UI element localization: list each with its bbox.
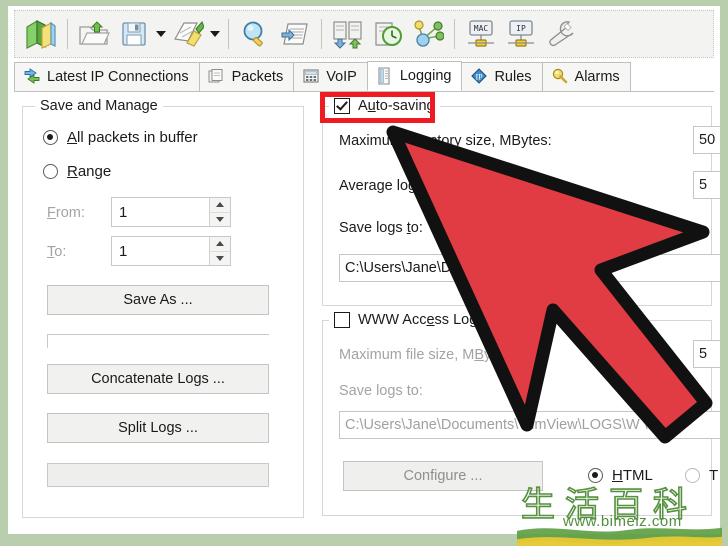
max-directory-size-label: Maximum directory size, MBytes: (339, 133, 552, 149)
app-window: MAC IP Latest IP Connections Packets VoI… (8, 6, 720, 534)
radio-indicator (43, 164, 58, 179)
www-access-logging-label: WWW Access Logg (358, 312, 486, 328)
logging-panel: Save and Manage All packets in buffer Ra… (14, 92, 720, 532)
rules-icon: IP (470, 68, 488, 86)
radio-indicator (685, 468, 700, 483)
alarms-icon (551, 68, 569, 86)
toolbar-separator-3 (321, 19, 322, 49)
tab-label: Alarms (574, 69, 620, 85)
auto-saving-group: Auto-saving Maximum directory size, MByt… (322, 98, 720, 306)
save-logs-to-label: Save logs to: (339, 220, 423, 236)
max-directory-size-field[interactable]: 50 (693, 126, 720, 154)
tab-label: Packets (231, 69, 284, 85)
from-spin-buttons[interactable] (209, 198, 230, 226)
from-spinner[interactable]: 1 (111, 197, 231, 227)
radio-indicator (43, 130, 58, 145)
tab-strip: Latest IP Connections Packets VoIP Loggi… (14, 61, 714, 92)
radio-all-packets-in-buffer[interactable]: All packets in buffer (43, 129, 198, 146)
tab-latest-ip-connections[interactable]: Latest IP Connections (14, 62, 200, 91)
www-access-logging-group: WWW Access Logg Maximum file size, MBy 5… (322, 312, 720, 516)
from-label: From: (47, 205, 85, 221)
from-value[interactable]: 1 (112, 198, 209, 226)
svg-text:IP: IP (516, 24, 526, 33)
tab-packets[interactable]: Packets (198, 62, 295, 91)
arrows-icon (23, 68, 41, 86)
ip-icon[interactable]: IP (501, 13, 541, 55)
to-spin-down[interactable] (210, 251, 230, 265)
www-save-logs-to-label: Save logs to: (339, 383, 423, 399)
tab-label: Latest IP Connections (47, 69, 189, 85)
progress-bar-bottom (47, 463, 269, 487)
to-spin-buttons[interactable] (209, 237, 230, 265)
to-label: To: (47, 244, 67, 260)
toolbar-separator-1 (67, 19, 68, 49)
find-icon[interactable] (235, 13, 275, 55)
svg-text:MAC: MAC (474, 24, 489, 33)
tab-voip[interactable]: VoIP (293, 62, 368, 91)
group-title: Save and Manage (35, 98, 163, 114)
radio-label: HTML (612, 467, 653, 484)
to-spinner[interactable]: 1 (111, 236, 231, 266)
max-file-size-field[interactable]: 5 (693, 340, 720, 368)
radio-label: T (709, 467, 719, 484)
tab-alarms[interactable]: Alarms (541, 62, 631, 91)
save-as-button[interactable]: Save As ... (47, 285, 269, 315)
save-dropdown-arrow[interactable] (154, 13, 168, 55)
toolbar: MAC IP (14, 10, 714, 58)
tab-label: Rules (494, 69, 532, 85)
auto-saving-label: Auto-saving (358, 98, 435, 114)
clear-dropdown-arrow[interactable] (208, 13, 222, 55)
radio-format-html[interactable]: HTML (588, 467, 653, 484)
voip-icon (302, 68, 320, 86)
logging-icon (376, 67, 394, 85)
radio-range[interactable]: Range (43, 163, 111, 180)
open-capture-icon[interactable] (21, 13, 61, 55)
clear-brush-icon[interactable] (168, 13, 208, 55)
history-icon[interactable] (368, 13, 408, 55)
save-and-manage-group: Save and Manage All packets in buffer Ra… (22, 98, 304, 518)
screenshot-root: MAC IP Latest IP Connections Packets VoI… (0, 0, 728, 546)
radio-label: Range (67, 163, 112, 180)
to-spin-up[interactable] (210, 237, 230, 252)
network-nodes-icon[interactable] (408, 13, 448, 55)
settings-wrench-icon[interactable] (541, 13, 581, 55)
save-logs-path-field[interactable]: C:\Users\Jane\Do (339, 254, 720, 282)
from-spin-up[interactable] (210, 198, 230, 213)
max-file-size-label: Maximum file size, MBy (339, 347, 492, 363)
radio-format-txt[interactable]: T (685, 467, 718, 484)
save-icon[interactable] (114, 13, 154, 55)
report-icon[interactable] (275, 13, 315, 55)
checkbox-indicator (334, 312, 350, 328)
configure-button[interactable]: Configure ... (343, 461, 543, 491)
tab-logging[interactable]: Logging (366, 61, 463, 91)
toolbar-separator-4 (454, 19, 455, 49)
packets-icon (208, 68, 226, 86)
tab-label: Logging (399, 68, 452, 84)
split-logs-button[interactable]: Split Logs ... (47, 413, 269, 443)
svg-text:IP: IP (476, 73, 484, 82)
checkbox-indicator (334, 98, 350, 114)
toolbar-separator-2 (228, 19, 229, 49)
average-log-field[interactable]: 5 (693, 171, 720, 199)
tab-label: VoIP (326, 69, 357, 85)
radio-label: All packets in buffer (67, 129, 198, 146)
tab-rules[interactable]: IP Rules (461, 62, 543, 91)
from-spin-down[interactable] (210, 212, 230, 226)
www-access-logging-checkbox[interactable]: WWW Access Logg (329, 312, 491, 328)
progress-bar-top (47, 334, 269, 348)
open-folder-icon[interactable] (74, 13, 114, 55)
to-value[interactable]: 1 (112, 237, 209, 265)
radio-indicator (588, 468, 603, 483)
exchange-icon[interactable] (328, 13, 368, 55)
mac-icon[interactable]: MAC (461, 13, 501, 55)
concatenate-logs-button[interactable]: Concatenate Logs ... (47, 364, 269, 394)
auto-saving-checkbox[interactable]: Auto-saving (329, 98, 440, 114)
www-save-logs-path-field[interactable]: C:\Users\Jane\Documents\ mmView\LOGS\W \… (339, 411, 720, 439)
average-log-label: Average log (339, 178, 417, 194)
